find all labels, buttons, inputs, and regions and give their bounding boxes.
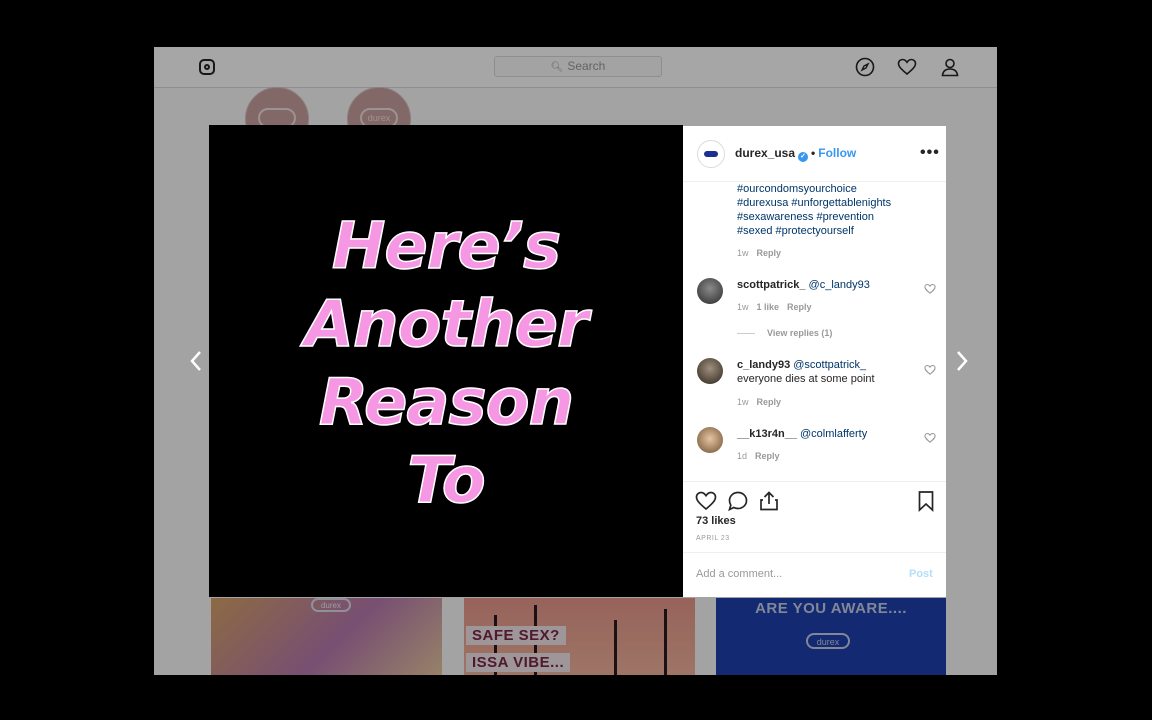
reply-button[interactable]: Reply <box>787 302 812 312</box>
view-replies-button[interactable]: View replies (1) <box>737 328 832 338</box>
next-arrow-icon[interactable] <box>954 349 970 373</box>
more-options-icon[interactable]: ••• <box>920 144 940 162</box>
comment-username[interactable]: __k13r4n__ <box>737 428 797 440</box>
comment-mention[interactable]: @c_landy93 <box>809 279 870 291</box>
reply-button[interactable]: Reply <box>757 397 782 407</box>
post-detail-panel: durex_usa ✓ • Follow ••• #ourcondomsyourcho… <box>683 126 946 597</box>
comment-bubble-icon[interactable] <box>727 490 749 512</box>
comment-text: c_landy93 @scottpatrick_ everyone dies a… <box>737 358 917 386</box>
avatar[interactable] <box>697 358 723 384</box>
post-comment-button[interactable]: Post <box>909 568 933 580</box>
headline-line: To <box>407 444 487 518</box>
like-comment-heart-icon[interactable] <box>924 283 936 295</box>
reply-button[interactable]: Reply <box>755 451 780 461</box>
comment-input[interactable]: Add a comment... <box>696 568 782 580</box>
caption-time: 1w <box>737 248 749 258</box>
comment-body: everyone dies at some point <box>737 373 875 385</box>
username-link[interactable]: durex_usa <box>735 146 795 160</box>
headline-line: Reason <box>318 366 575 440</box>
like-count[interactable]: 73 likes <box>696 515 736 527</box>
post-media[interactable]: Here’s Another Reason To <box>209 125 683 597</box>
comment-mention[interactable]: @colmlafferty <box>800 428 867 440</box>
post-date[interactable]: APRIL 23 <box>696 535 730 542</box>
comment-username[interactable]: scottpatrick_ <box>737 279 805 291</box>
hashtag-line[interactable]: #sexed #protectyourself <box>737 224 937 238</box>
view-replies-label: View replies (1) <box>767 328 833 338</box>
post-author: durex_usa ✓ • Follow <box>735 146 856 162</box>
separator: • <box>811 146 816 160</box>
avatar[interactable] <box>697 278 723 304</box>
comment-time: 1w <box>737 397 749 407</box>
comment-text: __k13r4n__ @colmlafferty <box>737 427 917 441</box>
hashtag-line[interactable]: #durexusa #unforgettablenights <box>737 196 937 210</box>
verified-badge-icon: ✓ <box>798 152 809 162</box>
comments-list[interactable]: #ourcondomsyourchoice #durexusa #unforge… <box>683 182 946 480</box>
comment-time: 1w <box>737 302 749 312</box>
avatar[interactable] <box>697 140 725 168</box>
hashtag-line[interactable]: #sexawareness #prevention <box>737 210 937 224</box>
previous-arrow-icon[interactable] <box>188 349 204 373</box>
post-actions: 73 likes APRIL 23 <box>683 481 946 552</box>
comment-username[interactable]: c_landy93 <box>737 359 790 371</box>
caption-meta: 1w Reply <box>737 248 781 258</box>
headline-line: Another <box>304 288 590 362</box>
avatar[interactable] <box>697 427 723 453</box>
like-comment-heart-icon[interactable] <box>924 364 936 376</box>
comment-meta: 1w 1 like Reply <box>737 302 812 312</box>
comment-meta: 1d Reply <box>737 451 780 461</box>
comment-time: 1d <box>737 451 748 461</box>
post-header: durex_usa ✓ • Follow ••• <box>683 126 946 182</box>
share-icon[interactable] <box>758 490 780 512</box>
comment-text: scottpatrick_ @c_landy93 <box>737 278 917 292</box>
add-comment-bar: Add a comment... Post <box>683 552 946 598</box>
comment-like-count[interactable]: 1 like <box>757 302 780 312</box>
divider <box>737 333 755 335</box>
hashtag-line[interactable]: #ourcondomsyourchoice <box>737 182 937 196</box>
like-comment-heart-icon[interactable] <box>924 432 936 444</box>
headline-line: Here’s <box>331 210 562 284</box>
reply-button[interactable]: Reply <box>757 248 782 258</box>
comment-mention[interactable]: @scottpatrick_ <box>793 359 866 371</box>
like-heart-icon[interactable] <box>695 490 717 512</box>
follow-button[interactable]: Follow <box>818 146 856 160</box>
save-bookmark-icon[interactable] <box>915 490 937 512</box>
caption-hashtags: #ourcondomsyourchoice #durexusa #unforge… <box>737 182 937 238</box>
comment-meta: 1w Reply <box>737 397 781 407</box>
